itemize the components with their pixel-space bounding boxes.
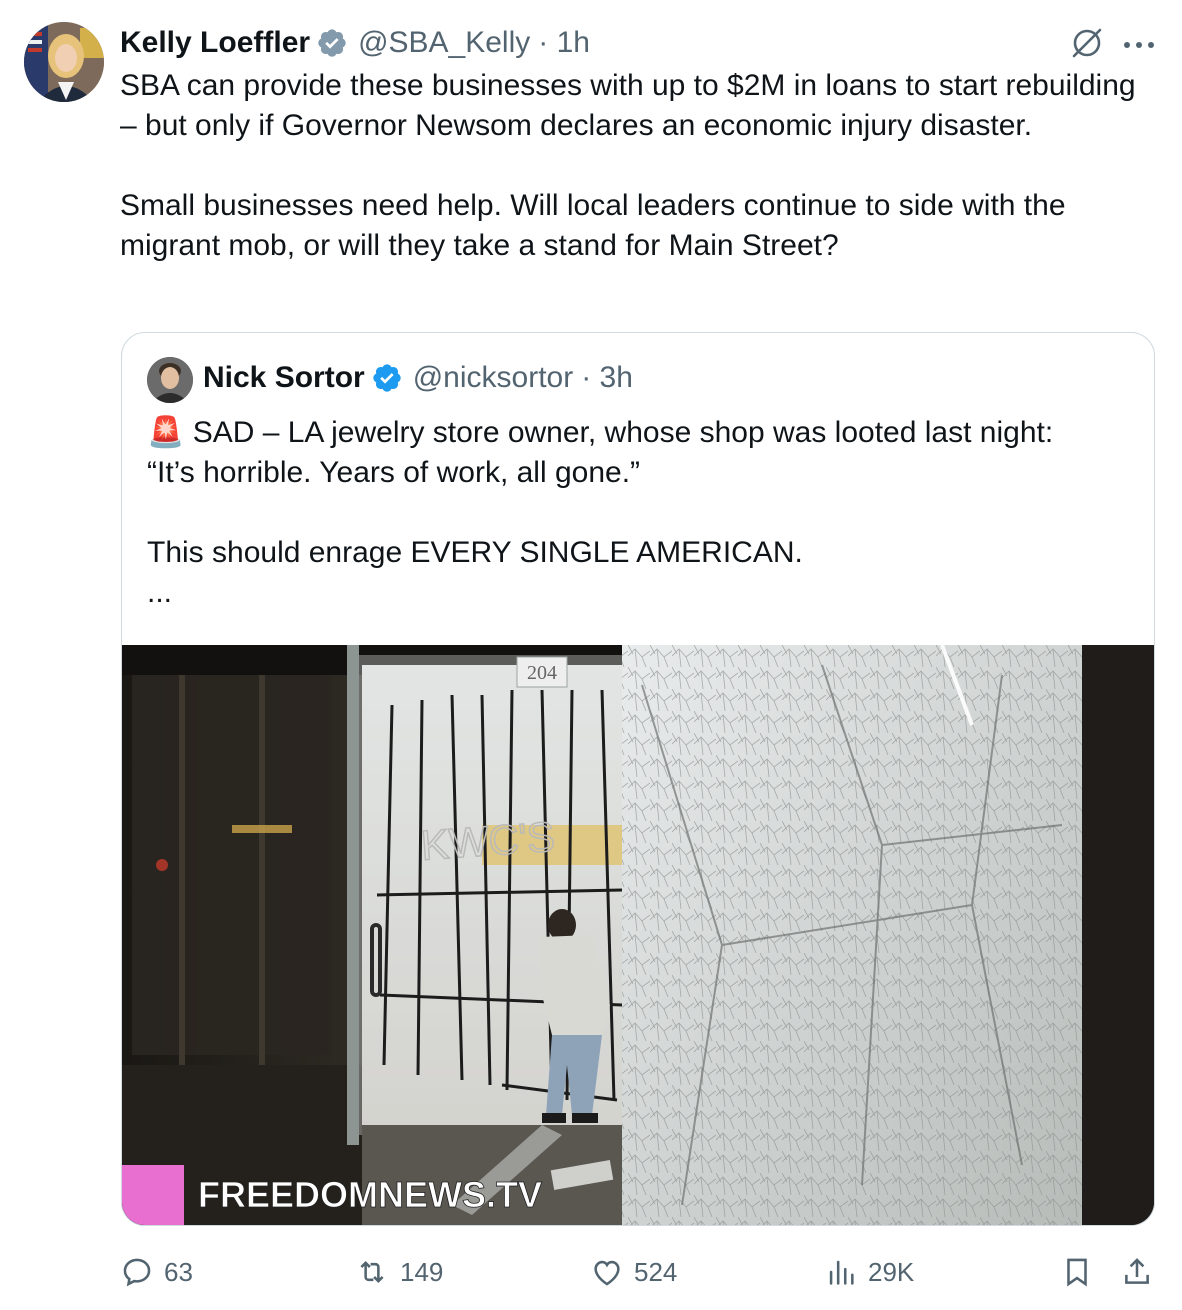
author-avatar[interactable]: [24, 22, 104, 102]
tweet-paragraph-2: Small businesses need help. Will local l…: [120, 189, 1066, 262]
author-name[interactable]: Kelly Loeffler: [120, 26, 310, 60]
tweet-text: SBA can provide these businesses with up…: [120, 66, 1140, 266]
verified-badge-icon[interactable]: [371, 362, 403, 394]
reply-button[interactable]: 63: [120, 1252, 193, 1292]
action-bar: 63 149 524 29K: [0, 1252, 1182, 1292]
share-button[interactable]: [1120, 1252, 1164, 1292]
quoted-ellipsis: ...: [147, 576, 173, 609]
views-icon: [829, 1260, 854, 1285]
top-icons: [1070, 26, 1156, 65]
quoted-line-2: “It’s horrible. Years of work, all gone.…: [147, 456, 641, 489]
quoted-tweet-timestamp[interactable]: · 3h: [581, 361, 633, 395]
repost-count: 149: [400, 1256, 444, 1287]
graffiti-text: KWC'S: [419, 813, 556, 869]
quoted-author-avatar[interactable]: [147, 357, 193, 403]
siren-emoji: 🚨: [147, 416, 185, 449]
quoted-line-3: This should enrage EVERY SINGLE AMERICAN…: [147, 536, 803, 569]
author-handle[interactable]: @SBA_Kelly: [358, 26, 530, 60]
reply-count: 63: [164, 1256, 193, 1287]
tweet-header: Kelly Loeffler @SBA_Kelly · 1h: [120, 22, 590, 64]
bookmark-icon: [1067, 1258, 1087, 1287]
repost-icon: [360, 1260, 384, 1284]
grok-icon[interactable]: [1070, 26, 1104, 65]
repost-button[interactable]: 149: [354, 1252, 443, 1292]
views-button[interactable]: 29K: [824, 1252, 914, 1292]
share-icon: [1125, 1258, 1149, 1284]
quoted-media-image[interactable]: 204 KWC'S FREEDOMNEWS.TV: [122, 645, 1154, 1225]
storefront-number: 204: [527, 662, 557, 684]
more-icon[interactable]: [1122, 37, 1156, 55]
bookmark-button[interactable]: [1060, 1252, 1104, 1292]
quoted-tweet[interactable]: Nick Sortor @nicksortor · 3h 🚨 SAD – LA …: [121, 332, 1155, 1226]
tweet-timestamp[interactable]: · 1h: [538, 26, 590, 60]
quoted-tweet-text: 🚨 SAD – LA jewelry store owner, whose sh…: [147, 413, 1137, 613]
quoted-author-name[interactable]: Nick Sortor: [203, 361, 365, 395]
reply-icon: [123, 1258, 151, 1287]
tweet-paragraph-1: SBA can provide these businesses with up…: [120, 69, 1136, 142]
quoted-line-1: 🚨 SAD – LA jewelry store owner, whose sh…: [147, 416, 1054, 449]
quoted-author-handle[interactable]: @nicksortor: [413, 361, 574, 395]
verified-badge-icon[interactable]: [316, 27, 348, 59]
views-count: 29K: [868, 1256, 915, 1287]
like-button[interactable]: 524: [590, 1252, 677, 1292]
like-count: 524: [634, 1256, 678, 1287]
like-icon: [594, 1260, 620, 1286]
watermark-text: FREEDOMNEWS.TV: [198, 1174, 542, 1215]
quoted-tweet-header: Nick Sortor @nicksortor · 3h: [203, 361, 633, 395]
